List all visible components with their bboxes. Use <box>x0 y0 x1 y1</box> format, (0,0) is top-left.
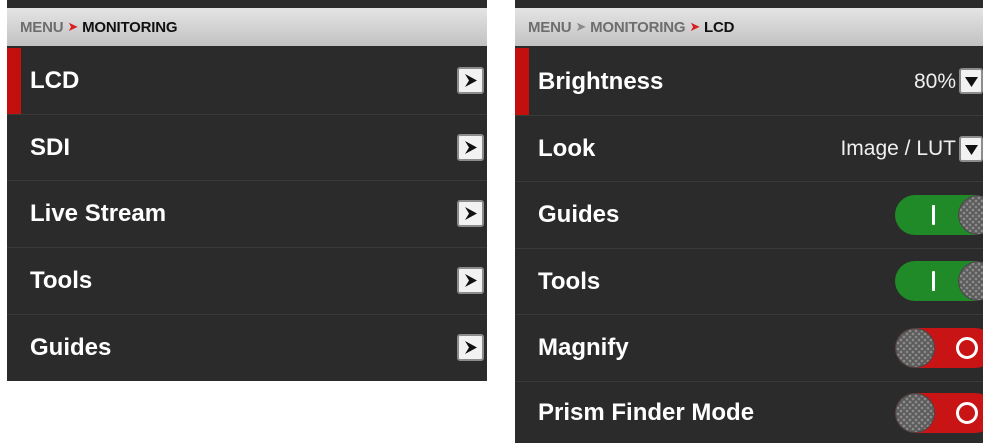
breadcrumb-arrow-icon: ➤ <box>67 19 79 34</box>
breadcrumb-current: LCD <box>704 18 735 36</box>
setting-tools[interactable]: Tools <box>515 248 983 314</box>
toggle-knob <box>895 328 935 368</box>
setting-label: Brightness <box>538 67 664 95</box>
toggle-knob <box>958 195 983 235</box>
chevron-right-icon[interactable] <box>457 200 484 227</box>
toggle-off-icon <box>956 402 978 424</box>
menu-item-tools[interactable]: Tools <box>7 247 487 313</box>
breadcrumb-monitoring[interactable]: MONITORING <box>590 19 685 36</box>
setting-guides[interactable]: Guides <box>515 181 983 248</box>
toggle-knob <box>895 393 935 433</box>
brightness-value: 80% <box>913 69 956 93</box>
magnify-toggle[interactable] <box>895 328 983 368</box>
breadcrumb-current: MONITORING <box>82 18 178 36</box>
look-value: Image / LUT <box>840 136 956 160</box>
menu-item-label: Tools <box>30 266 93 294</box>
toggle-on-icon <box>932 271 935 291</box>
tools-toggle[interactable] <box>895 261 983 301</box>
breadcrumb: MENU ➤ MONITORING ➤ LCD <box>515 8 983 46</box>
breadcrumb-menu[interactable]: MENU <box>20 19 64 36</box>
chevron-right-icon[interactable] <box>457 67 484 94</box>
guides-toggle[interactable] <box>895 195 983 235</box>
monitoring-menu-panel: MENU ➤ MONITORING LCD SDI Live Stream To… <box>7 0 487 381</box>
setting-magnify[interactable]: Magnify <box>515 314 983 381</box>
toggle-off-icon <box>956 337 978 359</box>
toggle-knob <box>958 261 983 301</box>
menu-item-label: Live Stream <box>30 199 167 227</box>
menu-item-sdi[interactable]: SDI <box>7 114 487 180</box>
chevron-right-icon[interactable] <box>457 267 484 294</box>
setting-brightness[interactable]: Brightness 80% <box>515 48 983 115</box>
menu-item-label: LCD <box>30 67 80 94</box>
chevron-down-icon[interactable] <box>959 68 983 94</box>
menu-item-label: Guides <box>30 333 112 361</box>
menu-item-lcd[interactable]: LCD <box>7 48 487 114</box>
breadcrumb-arrow-icon: ➤ <box>689 19 701 34</box>
breadcrumb-arrow-icon: ➤ <box>575 19 587 34</box>
selection-indicator <box>7 48 21 114</box>
menu-item-live-stream[interactable]: Live Stream <box>7 180 487 246</box>
breadcrumb: MENU ➤ MONITORING <box>7 8 487 46</box>
breadcrumb-menu[interactable]: MENU <box>528 19 572 36</box>
chevron-right-icon[interactable] <box>457 334 484 361</box>
lcd-settings-panel: MENU ➤ MONITORING ➤ LCD Brightness 80% L… <box>515 0 983 443</box>
prism-finder-mode-toggle[interactable] <box>895 393 983 433</box>
toggle-on-icon <box>932 205 935 225</box>
menu-item-guides[interactable]: Guides <box>7 314 487 380</box>
setting-look[interactable]: Look Image / LUT <box>515 115 983 181</box>
setting-prism-finder-mode[interactable]: Prism Finder Mode <box>515 381 983 443</box>
selection-indicator <box>515 48 529 115</box>
chevron-down-icon[interactable] <box>959 136 983 162</box>
menu-item-label: SDI <box>30 133 71 161</box>
chevron-right-icon[interactable] <box>457 134 484 161</box>
